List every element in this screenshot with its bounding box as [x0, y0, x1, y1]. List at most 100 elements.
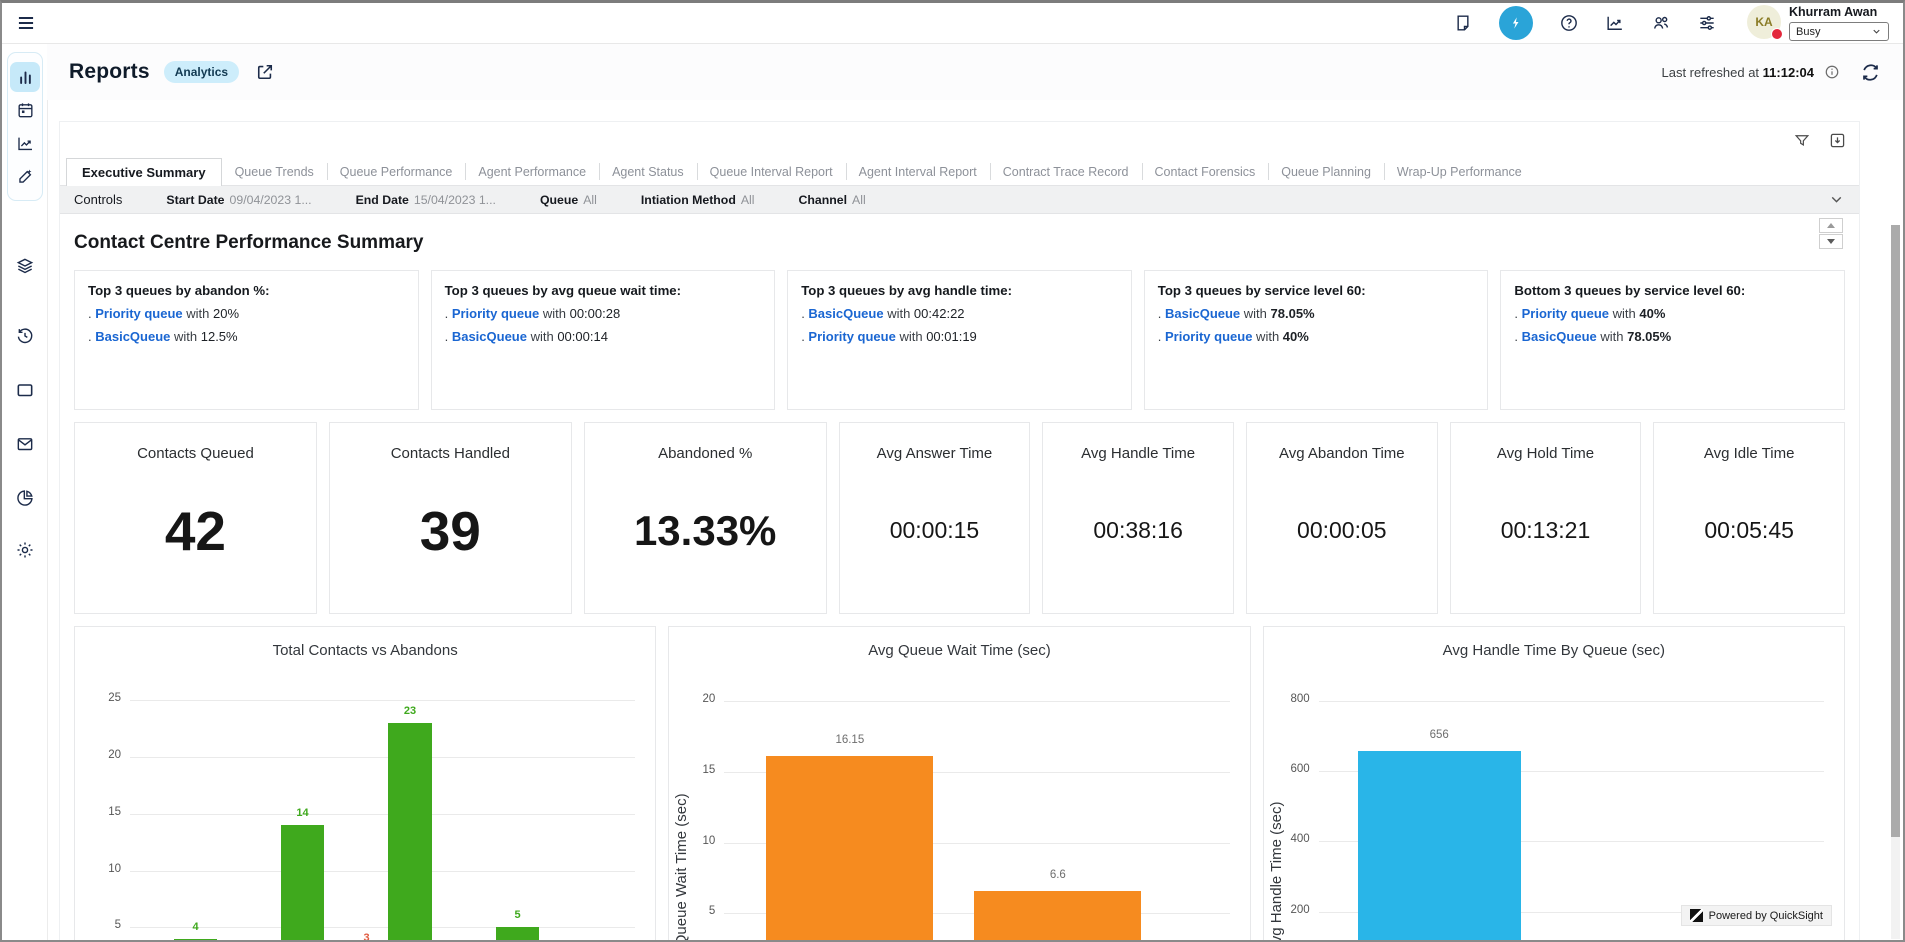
queue-link[interactable]: Priority queue — [808, 329, 895, 344]
analytics-badge: Analytics — [164, 61, 239, 83]
filter-intiation-method[interactable]: Intiation MethodAll — [641, 193, 755, 207]
kpi-value: 42 — [165, 448, 226, 613]
y-tick-label: 800 — [1270, 693, 1310, 705]
controls-collapse-chevron-icon[interactable] — [1828, 191, 1845, 208]
queue-link[interactable]: BasicQueue — [1522, 329, 1597, 344]
tab-agent-interval-report[interactable]: Agent Interval Report — [846, 158, 990, 185]
insight-item: . Priority queue with 40% — [1514, 306, 1831, 321]
mail-icon — [15, 434, 35, 454]
insight-card-title: Top 3 queues by service level 60: — [1158, 283, 1475, 298]
bar[interactable] — [766, 756, 933, 942]
sidebar-item-mail[interactable] — [2, 434, 47, 454]
chart-title: Avg Handle Time By Queue (sec) — [1264, 642, 1844, 659]
hamburger-menu-icon[interactable] — [16, 13, 36, 33]
bar-value-label: 16.15 — [810, 734, 890, 746]
sidebar-item-window[interactable] — [2, 380, 47, 400]
gridline — [130, 757, 635, 758]
controls-label: Controls — [74, 192, 122, 207]
sidebar-item-settings[interactable] — [2, 540, 47, 560]
tab-contract-trace-record[interactable]: Contract Trace Record — [990, 158, 1142, 185]
scroll-down-button[interactable] — [1819, 234, 1843, 249]
sliders-icon[interactable] — [1697, 13, 1717, 33]
gridline — [130, 814, 635, 815]
tab-queue-trends[interactable]: Queue Trends — [222, 158, 327, 185]
info-icon[interactable] — [1824, 64, 1840, 80]
sidebar-item-schedule[interactable] — [10, 95, 40, 125]
bar[interactable] — [281, 825, 324, 942]
scroll-up-button[interactable] — [1819, 218, 1843, 233]
tab-queue-performance[interactable]: Queue Performance — [327, 158, 466, 185]
bar[interactable] — [174, 939, 217, 942]
quicksight-text: Powered by QuickSight — [1709, 910, 1823, 922]
chart-cards: Total Contacts vs Abandons51015202541432… — [74, 626, 1845, 942]
tabs: Executive SummaryQueue TrendsQueue Perfo… — [66, 158, 1859, 185]
tab-agent-status[interactable]: Agent Status — [599, 158, 697, 185]
kpi-card-contacts-handled: Contacts Handled39 — [329, 422, 572, 614]
filter-start-date[interactable]: Start Date09/04/2023 1... — [166, 193, 311, 207]
kpi-card-avg-handle-time: Avg Handle Time00:38:16 — [1042, 422, 1234, 614]
sidebar-item-layers[interactable] — [2, 256, 47, 276]
sidebar-item-trends[interactable] — [10, 128, 40, 158]
gridline — [130, 871, 635, 872]
tab-contact-forensics[interactable]: Contact Forensics — [1142, 158, 1269, 185]
sidebar — [2, 44, 48, 940]
bar-value-label: 14 — [263, 807, 343, 819]
queue-link[interactable]: BasicQueue — [452, 329, 527, 344]
window-icon — [15, 380, 35, 400]
kpi-value: 00:38:16 — [1093, 448, 1183, 613]
insight-cards: Top 3 queues by abandon %: . Priority que… — [74, 270, 1845, 410]
sidebar-item-history[interactable] — [2, 326, 47, 346]
bar[interactable] — [496, 927, 539, 942]
queue-link[interactable]: Priority queue — [452, 306, 539, 321]
help-icon[interactable] — [1559, 13, 1579, 33]
queue-link[interactable]: Priority queue — [1165, 329, 1252, 344]
scrollbar-thumb[interactable] — [1891, 225, 1900, 837]
brush-icon — [16, 167, 35, 186]
layers-icon — [15, 256, 35, 276]
sidebar-item-pie[interactable] — [2, 488, 47, 508]
chart-total-contacts-vs-abandons: Total Contacts vs Abandons51015202541432… — [74, 626, 656, 942]
kpi-cards: Contacts Queued42Contacts Handled39Aband… — [74, 422, 1845, 614]
chart-title: Total Contacts vs Abandons — [75, 642, 655, 659]
tab-executive-summary[interactable]: Executive Summary — [66, 158, 222, 186]
agents-icon[interactable] — [1651, 13, 1671, 33]
queue-link[interactable]: BasicQueue — [1165, 306, 1240, 321]
queue-link[interactable]: Priority queue — [95, 306, 182, 321]
controls-bar: Controls Start Date09/04/2023 1... End Da… — [60, 185, 1859, 214]
bar[interactable] — [1358, 751, 1521, 942]
sidebar-item-reports[interactable] — [10, 62, 40, 92]
external-link-icon[interactable] — [255, 62, 275, 82]
queue-link[interactable]: Priority queue — [1522, 306, 1609, 321]
tab-agent-performance[interactable]: Agent Performance — [465, 158, 599, 185]
dashboard-panel: Executive SummaryQueue TrendsQueue Perfo… — [59, 121, 1860, 941]
y-tick-label: 10 — [675, 835, 715, 847]
tab-wrap-up-performance[interactable]: Wrap-Up Performance — [1384, 158, 1535, 185]
insight-card-title: Top 3 queues by abandon %: — [88, 283, 405, 298]
gridline — [1319, 701, 1824, 702]
quicksight-badge: Powered by QuickSight — [1681, 905, 1832, 926]
filter-queue[interactable]: QueueAll — [540, 193, 597, 207]
refresh-icon[interactable] — [1860, 62, 1881, 83]
filter-end-date[interactable]: End Date15/04/2023 1... — [356, 193, 496, 207]
bar[interactable] — [388, 723, 432, 942]
chart-avg-queue-wait-time-sec: Avg Queue Wait Time (sec)Avg Queue Wait … — [668, 626, 1250, 942]
filter-channel[interactable]: ChannelAll — [799, 193, 866, 207]
status-select[interactable]: Busy — [1789, 22, 1889, 41]
insight-card-title: Top 3 queues by avg handle time: — [801, 283, 1118, 298]
queue-link[interactable]: BasicQueue — [95, 329, 170, 344]
notes-icon[interactable] — [1453, 13, 1473, 33]
chart-avg-handle-time-by-queue-sec: Avg Handle Time By Queue (sec)Avg Handle… — [1263, 626, 1845, 942]
bar[interactable] — [974, 891, 1141, 942]
tab-queue-planning[interactable]: Queue Planning — [1268, 158, 1384, 185]
export-icon[interactable] — [1828, 131, 1847, 150]
y-tick-label: 15 — [675, 764, 715, 776]
queue-link[interactable]: BasicQueue — [808, 306, 883, 321]
insight-item: . Priority queue with 00:00:28 — [445, 306, 762, 321]
filter-funnel-icon[interactable] — [1793, 132, 1811, 150]
quick-actions-bolt-icon[interactable] — [1499, 6, 1533, 40]
kpi-card-avg-idle-time: Avg Idle Time00:05:45 — [1653, 422, 1845, 614]
analytics-line-icon[interactable] — [1605, 13, 1625, 33]
sidebar-item-design[interactable] — [10, 161, 40, 191]
tab-queue-interval-report[interactable]: Queue Interval Report — [697, 158, 846, 185]
avatar[interactable]: KA — [1747, 5, 1781, 39]
